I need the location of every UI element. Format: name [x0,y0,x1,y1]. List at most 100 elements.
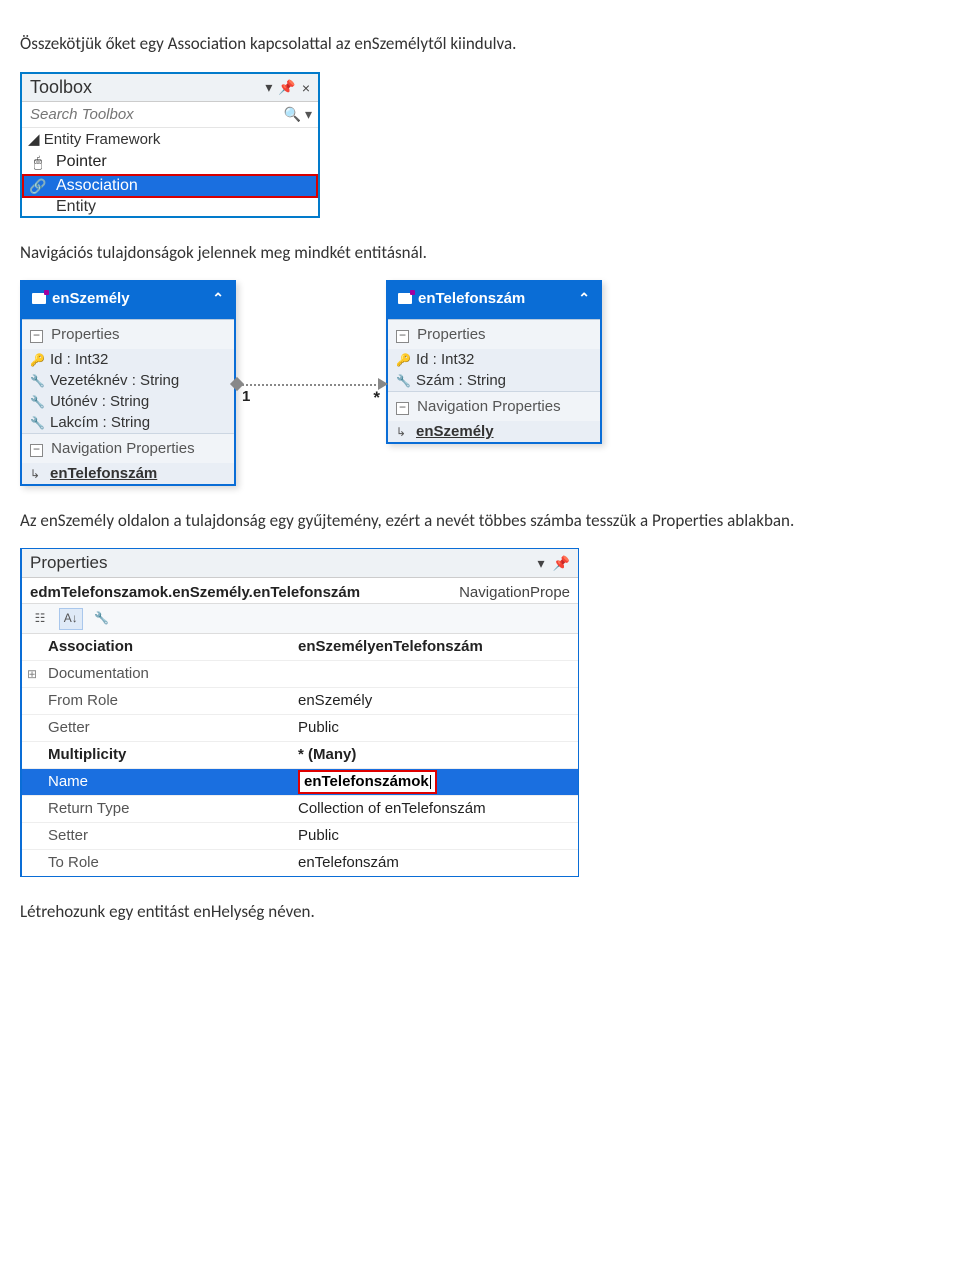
entity-header[interactable]: enSzemély ⌃ [22,282,234,319]
minus-icon[interactable]: − [396,402,409,415]
prop-value[interactable]: enSzemélyenTelefonszám [298,634,578,660]
toolbox-group-label: Entity Framework [44,131,161,148]
pin-icon[interactable]: 📌 [278,79,295,96]
properties-titlebar: Properties ▾ 📌 [22,549,578,578]
prop-text: Lakcím : String [50,414,150,431]
toolbox-item-label: Pointer [56,153,107,171]
prop-name: Association [42,634,298,660]
prop-value[interactable]: Public [298,823,578,849]
minus-icon[interactable]: − [30,444,43,457]
entity-name: enSzemély [52,290,130,307]
entity-props-section[interactable]: − Properties [22,320,234,349]
nav-icon: ↳ [30,467,44,481]
dropdown-icon[interactable]: ▾ [265,79,272,96]
entity-prop-id[interactable]: 🔑 Id : Int32 [22,349,234,370]
prop-row-getter[interactable]: Getter Public [22,714,578,741]
prop-row-setter[interactable]: Setter Public [22,822,578,849]
prop-value[interactable]: enSzemély [298,688,578,714]
prop-name: Documentation [42,661,298,687]
entity-prop-lakcim[interactable]: 🔧 Lakcím : String [22,412,234,433]
prop-row-fromrole[interactable]: From Role enSzemély [22,687,578,714]
toolbox-title-text: Toolbox [30,77,92,98]
section-label: Navigation Properties [51,440,194,457]
prop-text: Szám : String [416,372,506,389]
toolbox-search-input[interactable] [28,104,284,125]
navprop-text: enTelefonszám [50,465,157,482]
collapse-icon[interactable]: ⌃ [578,290,590,307]
entity-nav-section[interactable]: − Navigation Properties [388,391,600,421]
properties-subject-path: edmTelefonszamok.enSzemély.enTelefonszám [30,584,360,601]
prop-row-documentation[interactable]: ⊞ Documentation [22,660,578,687]
toolbox-panel: Toolbox ▾ 📌 × 🔍 ▾ ◢ Entity Framework 🖱 P… [20,72,320,218]
toolbox-item-association[interactable]: 🔗 Association [22,174,318,198]
toolbox-item-entity[interactable]: Entity [22,198,318,216]
prop-value[interactable]: enTelefonszám [298,850,578,876]
toolbox-group[interactable]: ◢ Entity Framework [22,128,318,150]
prop-value[interactable]: Public [298,715,578,741]
entity-class-icon [398,293,412,304]
entity-icon [30,199,46,215]
multiplicity-one: 1 [242,388,250,405]
prop-value[interactable] [298,661,578,687]
prop-value[interactable]: * (Many) [298,742,578,768]
key-icon: 🔑 [396,353,410,367]
close-icon[interactable]: × [302,80,310,96]
entity-navprop-entelefonszam[interactable]: ↳ enTelefonszám [22,463,234,484]
paragraph-2: Navigációs tulajdonságok jelennek meg mi… [20,242,940,263]
prop-value[interactable]: Collection of enTelefonszám [298,796,578,822]
association-icon: 🔗 [30,178,46,194]
prop-row-association[interactable]: Association enSzemélyenTelefonszám [22,634,578,660]
categorized-icon[interactable]: ☷ [28,608,52,630]
prop-text: Id : Int32 [50,351,108,368]
section-label: Properties [51,326,119,343]
entity-header[interactable]: enTelefonszám ⌃ [388,282,600,319]
collapse-icon[interactable]: ⌃ [212,290,224,307]
pin-icon[interactable]: 📌 [553,555,570,572]
wrench-icon: 🔧 [30,395,44,409]
prop-name: Multiplicity [42,742,298,768]
entity-prop-szam[interactable]: 🔧 Szám : String [388,370,600,391]
prop-row-returntype[interactable]: Return Type Collection of enTelefonszám [22,795,578,822]
entity-nav-section[interactable]: − Navigation Properties [22,433,234,463]
entity-props-section[interactable]: − Properties [388,320,600,349]
association-connector[interactable]: 1 * [236,310,386,420]
prop-row-multiplicity[interactable]: Multiplicity * (Many) [22,741,578,768]
entity-prop-vezeteknev[interactable]: 🔧 Vezetéknév : String [22,370,234,391]
wrench-icon[interactable]: 🔧 [89,608,113,630]
navprop-text: enSzemély [416,423,494,440]
wrench-icon: 🔧 [30,374,44,388]
properties-subject: edmTelefonszamok.enSzemély.enTelefonszám… [22,578,578,603]
prop-text: Vezetéknév : String [50,372,179,389]
entity-diagram: enSzemély ⌃ − Properties 🔑 Id : Int32 🔧 … [20,280,940,486]
dropdown-icon[interactable]: ▾ [538,555,545,572]
toolbox-item-pointer[interactable]: 🖱 Pointer [22,150,318,174]
entity-prop-utonev[interactable]: 🔧 Utónév : String [22,391,234,412]
prop-row-torole[interactable]: To Role enTelefonszám [22,849,578,876]
entity-entelefonszam[interactable]: enTelefonszám ⌃ − Properties 🔑 Id : Int3… [386,280,602,444]
toolbox-item-label: Association [56,177,138,195]
properties-subject-type: NavigationPrope [459,584,570,601]
properties-title-text: Properties [30,553,107,573]
entity-prop-id[interactable]: 🔑 Id : Int32 [388,349,600,370]
alphabetical-icon[interactable]: A↓ [59,608,83,630]
nav-icon: ↳ [396,425,410,439]
paragraph-4: Létrehozunk egy entitást enHelység néven… [20,901,940,922]
prop-value-editing[interactable]: enTelefonszámok [298,769,578,795]
properties-panel: Properties ▾ 📌 edmTelefonszamok.enSzemél… [20,548,579,877]
expand-icon[interactable]: ⊞ [22,661,42,687]
properties-toolbar: ☷ A↓ 🔧 [22,603,578,634]
minus-icon[interactable]: − [30,330,43,343]
entity-navprop-enszemely[interactable]: ↳ enSzemély [388,421,600,442]
toolbox-titlebar: Toolbox ▾ 📌 × [22,74,318,102]
minus-icon[interactable]: − [396,330,409,343]
wrench-icon: 🔧 [30,416,44,430]
prop-row-name[interactable]: Name enTelefonszámok [22,768,578,795]
search-icon[interactable]: 🔍 ▾ [284,106,312,123]
key-icon: 🔑 [30,353,44,367]
entity-enszemely[interactable]: enSzemély ⌃ − Properties 🔑 Id : Int32 🔧 … [20,280,236,486]
wrench-icon: 🔧 [396,374,410,388]
toolbox-item-label: Entity [56,198,96,216]
pointer-icon: 🖱 [30,154,46,170]
paragraph-3: Az enSzemély oldalon a tulajdonság egy g… [20,510,940,531]
entity-class-icon [32,293,46,304]
